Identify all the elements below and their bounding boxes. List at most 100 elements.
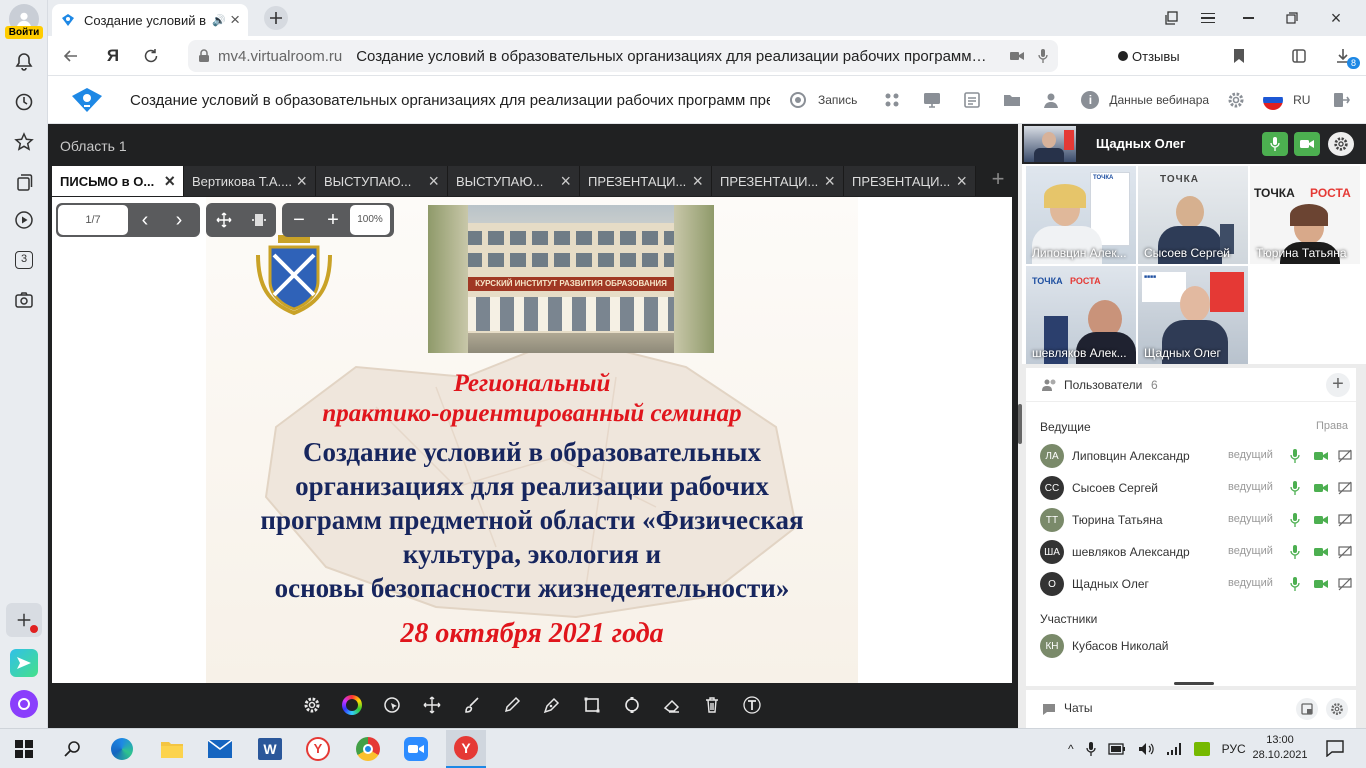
add-user-button[interactable]: +	[1326, 373, 1350, 397]
reload-icon[interactable]	[136, 41, 166, 71]
document-icon[interactable]	[961, 89, 983, 111]
camera-on-button[interactable]	[1294, 132, 1320, 156]
brush-icon[interactable]	[460, 693, 484, 717]
bookmark-icon[interactable]	[1224, 41, 1254, 71]
next-page-icon[interactable]: ›	[162, 209, 196, 232]
mic-status-icon[interactable]	[1290, 545, 1304, 559]
screen-share-status-icon[interactable]	[1338, 449, 1352, 463]
network-icon[interactable]	[1166, 742, 1182, 756]
battery-icon[interactable]	[1107, 743, 1126, 755]
zoom-out-icon[interactable]: −	[282, 209, 316, 232]
panel-resize-handle[interactable]	[1174, 682, 1214, 685]
close-tab-icon[interactable]: ×	[296, 172, 307, 190]
page-counter[interactable]: 1/7	[58, 205, 128, 235]
downloads-icon[interactable]: 8	[1328, 41, 1360, 71]
input-language[interactable]: РУС	[1222, 742, 1246, 756]
mic-status-icon[interactable]	[1290, 481, 1304, 495]
zoom-in-icon[interactable]: +	[316, 209, 350, 232]
toolbar-settings-icon[interactable]	[300, 693, 324, 717]
windows-start-icon[interactable]	[10, 737, 38, 761]
three-icon[interactable]: 3	[12, 248, 36, 272]
camera-status-icon[interactable]	[1314, 449, 1328, 463]
zoom-app-icon[interactable]	[402, 737, 430, 761]
speaker-icon[interactable]: 🔊	[212, 14, 226, 27]
camera-status-icon[interactable]	[1314, 545, 1328, 559]
list-item[interactable]: ЛА Липовцин Александр ведущий	[1018, 440, 1366, 472]
doc-tab-2[interactable]: ВЫСТУПАЮ... ×	[316, 166, 448, 196]
mic-status-icon[interactable]	[1290, 449, 1304, 463]
add-panel-button[interactable]	[6, 603, 42, 637]
camera-icon[interactable]	[12, 288, 36, 312]
language-button[interactable]: RU	[1263, 90, 1310, 110]
star-icon[interactable]	[12, 130, 36, 154]
add-document-icon[interactable]: +	[986, 168, 1010, 192]
chat-settings-icon[interactable]	[1326, 698, 1348, 720]
circle-icon[interactable]	[620, 693, 644, 717]
mic-status-icon[interactable]	[1290, 577, 1304, 591]
settings-gear-icon[interactable]	[1225, 89, 1247, 111]
list-item[interactable]: О Щадных Олег ведущий	[1018, 568, 1366, 600]
nvidia-tray-icon[interactable]	[1193, 742, 1210, 756]
doc-tab-5[interactable]: ПРЕЗЕНТАЦИ... ×	[712, 166, 844, 196]
text-tool-icon[interactable]	[740, 693, 764, 717]
prev-page-icon[interactable]: ‹	[128, 209, 162, 232]
doc-tab-0[interactable]: ПИСЬМО в О... ×	[52, 166, 184, 196]
url-box[interactable]: mv4.virtualroom.ru Создание условий в об…	[188, 40, 1058, 72]
close-tab-icon[interactable]: ×	[560, 172, 571, 190]
doc-tab-1[interactable]: Вертикова Т.А.... ×	[184, 166, 316, 196]
mic-on-button[interactable]	[1262, 132, 1288, 156]
mic-access-icon[interactable]	[1038, 49, 1048, 63]
pencil-icon[interactable]	[500, 693, 524, 717]
chats-panel[interactable]: Чаты	[1026, 690, 1356, 728]
screen-share-status-icon[interactable]	[1338, 481, 1352, 495]
screen-share-status-icon[interactable]	[1338, 545, 1352, 559]
feedback-button[interactable]: Отзывы	[1118, 40, 1180, 72]
eraser-icon[interactable]	[660, 693, 684, 717]
rectangle-icon[interactable]	[580, 693, 604, 717]
yandex-browser-active-icon[interactable]: Y	[446, 730, 486, 768]
list-item[interactable]: КН Кубасов Николай	[1018, 630, 1366, 662]
record-button[interactable]: Запись	[790, 92, 857, 108]
fit-width-icon[interactable]	[241, 212, 276, 228]
video-tile[interactable]: ТОЧКА РОСТА шевляков Алек...	[1026, 266, 1136, 364]
media-settings-icon[interactable]	[1328, 132, 1354, 156]
camera-status-icon[interactable]	[1314, 513, 1328, 527]
mic-tray-icon[interactable]	[1085, 741, 1096, 757]
camera-access-icon[interactable]	[1010, 50, 1024, 62]
panel-scrollbar[interactable]	[1018, 404, 1022, 444]
play-icon[interactable]	[12, 208, 36, 232]
bell-icon[interactable]	[12, 50, 36, 74]
close-tab-icon[interactable]: ×	[692, 172, 703, 190]
messenger-icon[interactable]	[10, 649, 38, 677]
clock[interactable]: 13:00 28.10.2021	[1250, 733, 1310, 763]
app-logo-icon[interactable]	[70, 86, 104, 114]
minimize-icon[interactable]	[1226, 17, 1270, 19]
video-tile[interactable]: ■■■■ Щадных Олег	[1138, 266, 1248, 364]
restore-icon[interactable]	[1270, 12, 1314, 24]
tabs-menu-icon[interactable]	[1154, 11, 1190, 25]
close-tab-icon[interactable]: ×	[956, 172, 967, 190]
edge-icon[interactable]	[108, 737, 136, 761]
screen-share-status-icon[interactable]	[1338, 513, 1352, 527]
list-item[interactable]: СС Сысоев Сергей ведущий	[1018, 472, 1366, 504]
yandex-logo-icon[interactable]: Я	[98, 41, 128, 71]
screen-share-status-icon[interactable]	[1338, 577, 1352, 591]
list-item[interactable]: ША шевляков Александр ведущий	[1018, 536, 1366, 568]
browser-tab[interactable]: Создание условий в 🔊 ×	[52, 4, 248, 36]
pointer-icon[interactable]	[380, 693, 404, 717]
menu-icon[interactable]	[1190, 12, 1226, 24]
zoom-level[interactable]: 100%	[350, 205, 390, 235]
word-icon[interactable]: W	[256, 737, 284, 761]
doc-tab-6[interactable]: ПРЕЗЕНТАЦИ... ×	[844, 166, 976, 196]
yandex-browser-icon[interactable]: Y	[304, 737, 332, 761]
history-icon[interactable]	[12, 90, 36, 114]
file-explorer-icon[interactable]	[158, 737, 186, 761]
back-icon[interactable]	[56, 41, 86, 71]
layout-icon[interactable]	[881, 89, 903, 111]
folder-icon[interactable]	[1001, 89, 1023, 111]
close-tab-icon[interactable]: ×	[428, 172, 439, 190]
screen-share-icon[interactable]	[921, 89, 943, 111]
notifications-icon[interactable]	[1326, 739, 1344, 760]
trash-icon[interactable]	[700, 693, 724, 717]
mail-icon[interactable]	[206, 737, 234, 761]
